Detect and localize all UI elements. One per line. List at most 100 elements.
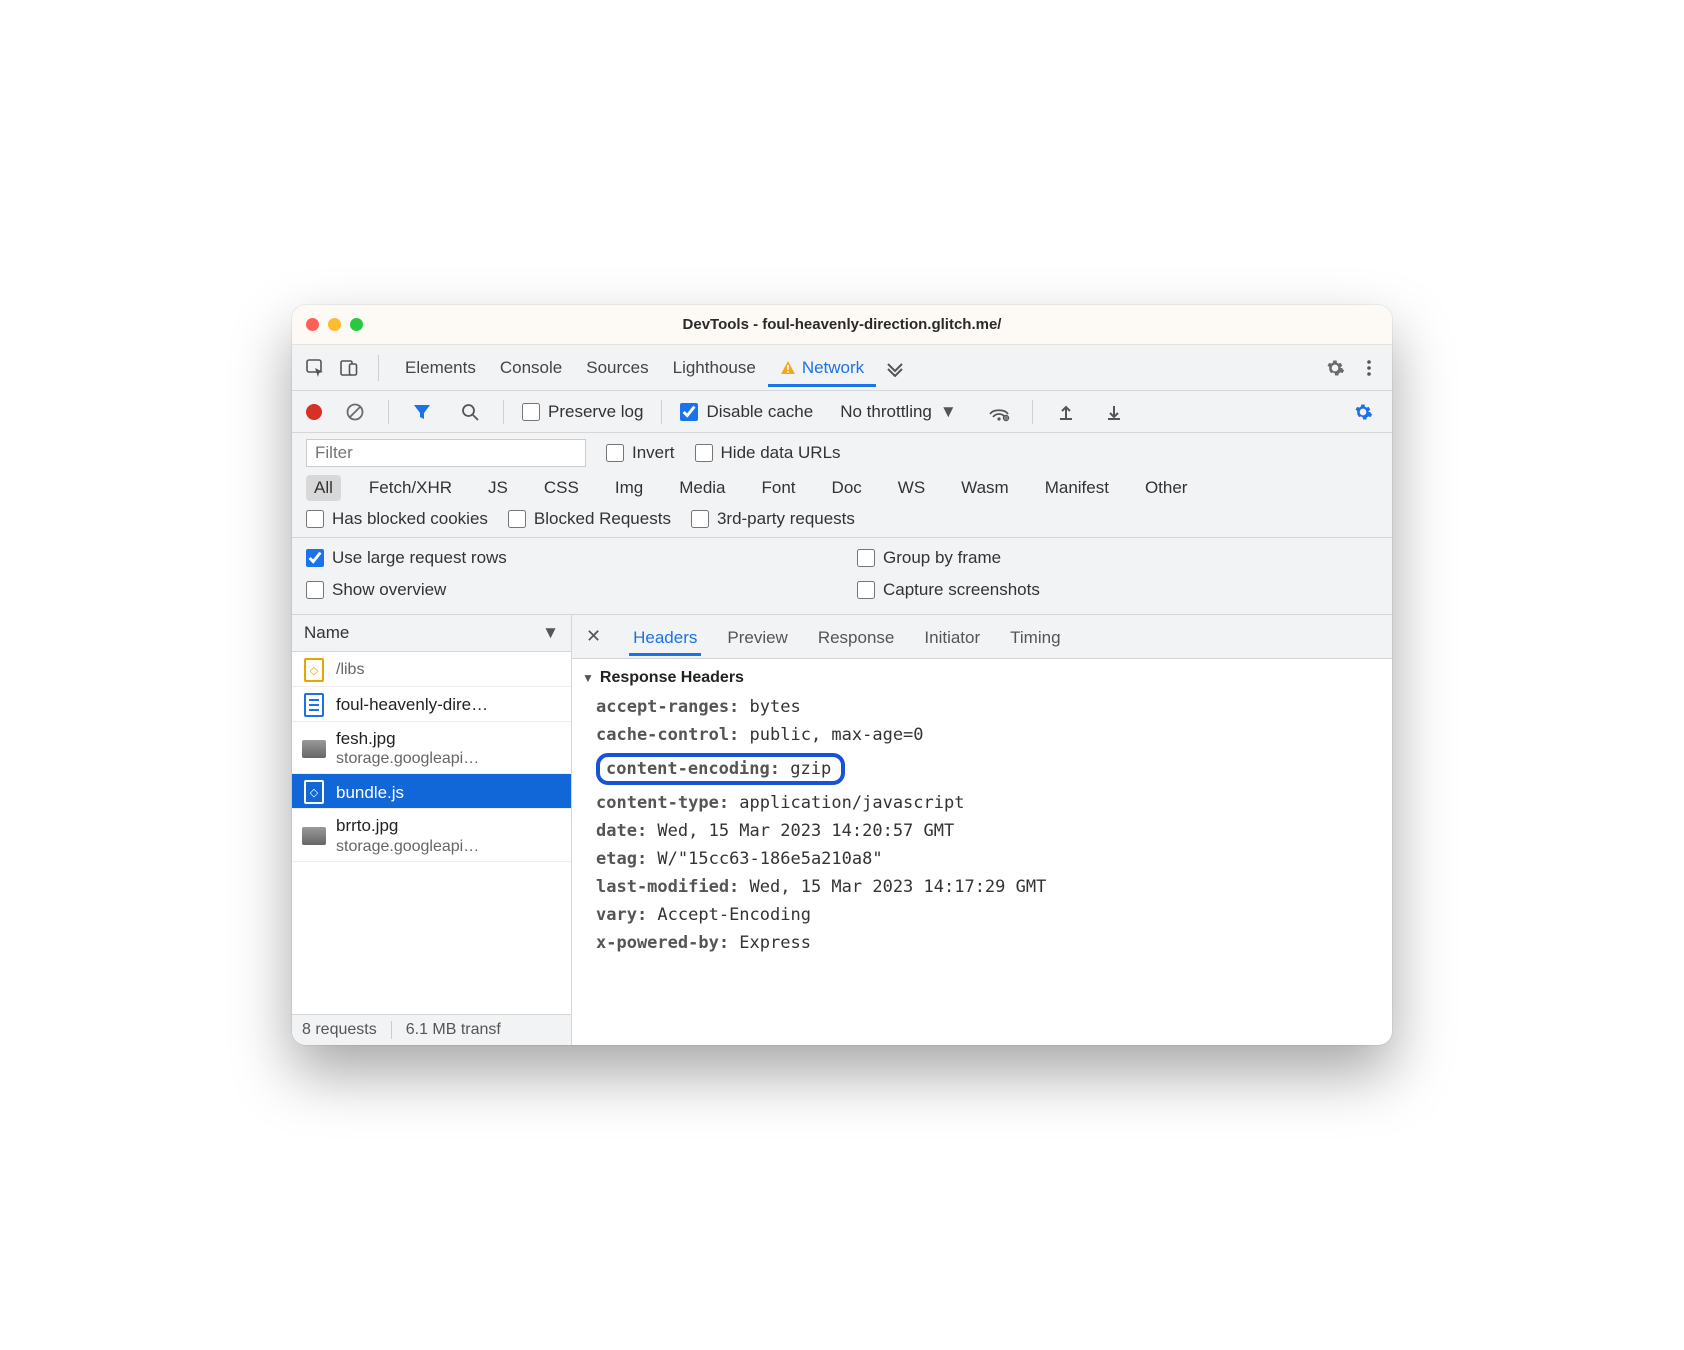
clear-icon[interactable]: [340, 397, 370, 427]
resource-type-filters: All Fetch/XHR JS CSS Img Media Font Doc WS Wasm Ma…: [306, 475, 1378, 501]
disable-cache-checkbox[interactable]: Disable cache: [680, 402, 813, 422]
name-column-header[interactable]: Name ▼: [292, 615, 571, 652]
filter-bar: Invert Hide data URLs All Fetch/XHR JS CSS I…: [292, 433, 1392, 538]
header-key: date:: [596, 821, 657, 841]
detail-tab-response[interactable]: Response: [814, 618, 899, 656]
panel-tabbar: Elements Console SourcesLighthouseNetwork: [292, 345, 1392, 391]
has-blocked-cookies-checkbox[interactable]: Has blocked cookies: [306, 509, 488, 529]
header-value: gzip: [790, 759, 831, 779]
type-filter-js[interactable]: JS: [480, 475, 516, 501]
inspect-element-icon[interactable]: [300, 353, 330, 383]
panel-tab-network[interactable]: Network: [768, 348, 876, 387]
view-options: Use large request rows Group by frame Sh…: [292, 538, 1392, 615]
header-value: W/"15cc63-186e5a210a8": [657, 849, 882, 869]
titlebar: DevTools - foul-heavenly-direction.glitc…: [292, 305, 1392, 345]
requests-count: 8 requests: [302, 1021, 377, 1039]
third-party-checkbox[interactable]: 3rd-party requests: [691, 509, 855, 529]
third-party-label: 3rd-party requests: [717, 509, 855, 529]
close-window-button[interactable]: [306, 318, 319, 331]
type-filter-all[interactable]: All: [306, 475, 341, 501]
group-by-frame-label: Group by frame: [883, 548, 1001, 568]
window-title: DevTools - foul-heavenly-direction.glitc…: [292, 316, 1392, 333]
header-list: accept-ranges: bytescache-control: publi…: [578, 693, 1392, 957]
preserve-log-checkbox[interactable]: Preserve log: [522, 402, 643, 422]
response-header-row: etag: W/"15cc63-186e5a210a8": [578, 845, 1392, 873]
network-conditions-icon[interactable]: [984, 397, 1014, 427]
warning-icon: [780, 360, 796, 376]
header-key: last-modified:: [596, 877, 750, 897]
download-har-icon[interactable]: [1099, 397, 1129, 427]
type-filter-manifest[interactable]: Manifest: [1037, 475, 1117, 501]
show-overview-checkbox[interactable]: Show overview: [306, 580, 827, 600]
kebab-menu-icon[interactable]: [1354, 353, 1384, 383]
capture-screenshots-checkbox[interactable]: Capture screenshots: [857, 580, 1378, 600]
request-domain: /libs: [336, 660, 364, 680]
capture-screenshots-label: Capture screenshots: [883, 580, 1040, 600]
detail-tab-preview[interactable]: Preview: [723, 618, 791, 656]
disable-cache-label: Disable cache: [706, 402, 813, 422]
header-value: Wed, 15 Mar 2023 14:20:57 GMT: [657, 821, 954, 841]
invert-checkbox[interactable]: Invert: [606, 443, 675, 463]
type-filter-doc[interactable]: Doc: [824, 475, 870, 501]
request-rows: /libs foul-heavenly-dire…fesh.jpgstorage.…: [292, 652, 571, 1014]
minimize-window-button[interactable]: [328, 318, 341, 331]
request-row[interactable]: /libs: [292, 652, 571, 687]
header-key: x-powered-by:: [596, 933, 739, 953]
header-value: Accept-Encoding: [657, 905, 811, 925]
type-filter-ws[interactable]: WS: [890, 475, 933, 501]
hide-data-urls-checkbox[interactable]: Hide data URLs: [695, 443, 841, 463]
search-icon[interactable]: [455, 397, 485, 427]
close-detail-button[interactable]: ✕: [580, 626, 607, 647]
panel-tab-lighthouse[interactable]: Lighthouse: [661, 348, 768, 387]
header-key: cache-control:: [596, 725, 750, 745]
panel-tab-console[interactable]: Console: [488, 348, 574, 387]
network-settings-gear-icon[interactable]: [1348, 397, 1378, 427]
request-domain: storage.googleapi…: [336, 837, 479, 857]
type-filter-wasm[interactable]: Wasm: [953, 475, 1017, 501]
blocked-requests-checkbox[interactable]: Blocked Requests: [508, 509, 671, 529]
traffic-lights: [306, 318, 363, 331]
hide-data-urls-label: Hide data URLs: [721, 443, 841, 463]
request-row[interactable]: brrto.jpgstorage.googleapi…: [292, 809, 571, 861]
request-row[interactable]: foul-heavenly-dire…: [292, 687, 571, 722]
detail-tab-initiator[interactable]: Initiator: [920, 618, 984, 656]
request-list-pane: Name ▼ /libs foul-heavenly-dire…fesh.jpgs…: [292, 615, 572, 1045]
use-large-rows-checkbox[interactable]: Use large request rows: [306, 548, 827, 568]
detail-tab-timing[interactable]: Timing: [1006, 618, 1064, 656]
chevron-down-icon: ▼: [940, 402, 957, 422]
header-value: Wed, 15 Mar 2023 14:17:29 GMT: [750, 877, 1047, 897]
response-headers-section[interactable]: Response Headers: [578, 667, 1392, 693]
has-blocked-cookies-label: Has blocked cookies: [332, 509, 488, 529]
header-key: content-type:: [596, 793, 739, 813]
more-tabs-chevron-icon[interactable]: [880, 353, 910, 383]
type-filter-fetch-xhr[interactable]: Fetch/XHR: [361, 475, 460, 501]
response-header-row: accept-ranges: bytes: [578, 693, 1392, 721]
type-filter-media[interactable]: Media: [671, 475, 733, 501]
record-button[interactable]: [306, 404, 322, 420]
panel-tab-label: Elements: [405, 358, 476, 378]
header-key: content-encoding:: [606, 759, 790, 779]
filter-input[interactable]: [306, 439, 586, 467]
device-toggle-icon[interactable]: [334, 353, 364, 383]
type-filter-css[interactable]: CSS: [536, 475, 587, 501]
type-filter-img[interactable]: Img: [607, 475, 651, 501]
group-by-frame-checkbox[interactable]: Group by frame: [857, 548, 1378, 568]
detail-tab-headers[interactable]: Headers: [629, 618, 701, 656]
filter-icon[interactable]: [407, 397, 437, 427]
type-filter-other[interactable]: Other: [1137, 475, 1196, 501]
request-domain: storage.googleapi…: [336, 749, 479, 769]
name-column-label: Name: [304, 623, 349, 643]
request-row[interactable]: fesh.jpgstorage.googleapi…: [292, 722, 571, 774]
settings-gear-icon[interactable]: [1320, 353, 1350, 383]
panel-tab-sources[interactable]: Sources: [574, 348, 660, 387]
zoom-window-button[interactable]: [350, 318, 363, 331]
panel-tab-elements[interactable]: Elements: [393, 348, 488, 387]
panel-tab-label: Console: [500, 358, 562, 378]
request-row[interactable]: bundle.js: [292, 774, 571, 809]
js-file-icon: [302, 780, 326, 804]
header-value: Express: [739, 933, 811, 953]
js-file-icon: [302, 658, 326, 682]
type-filter-font[interactable]: Font: [754, 475, 804, 501]
upload-har-icon[interactable]: [1051, 397, 1081, 427]
throttling-select[interactable]: No throttling ▼: [831, 399, 966, 425]
